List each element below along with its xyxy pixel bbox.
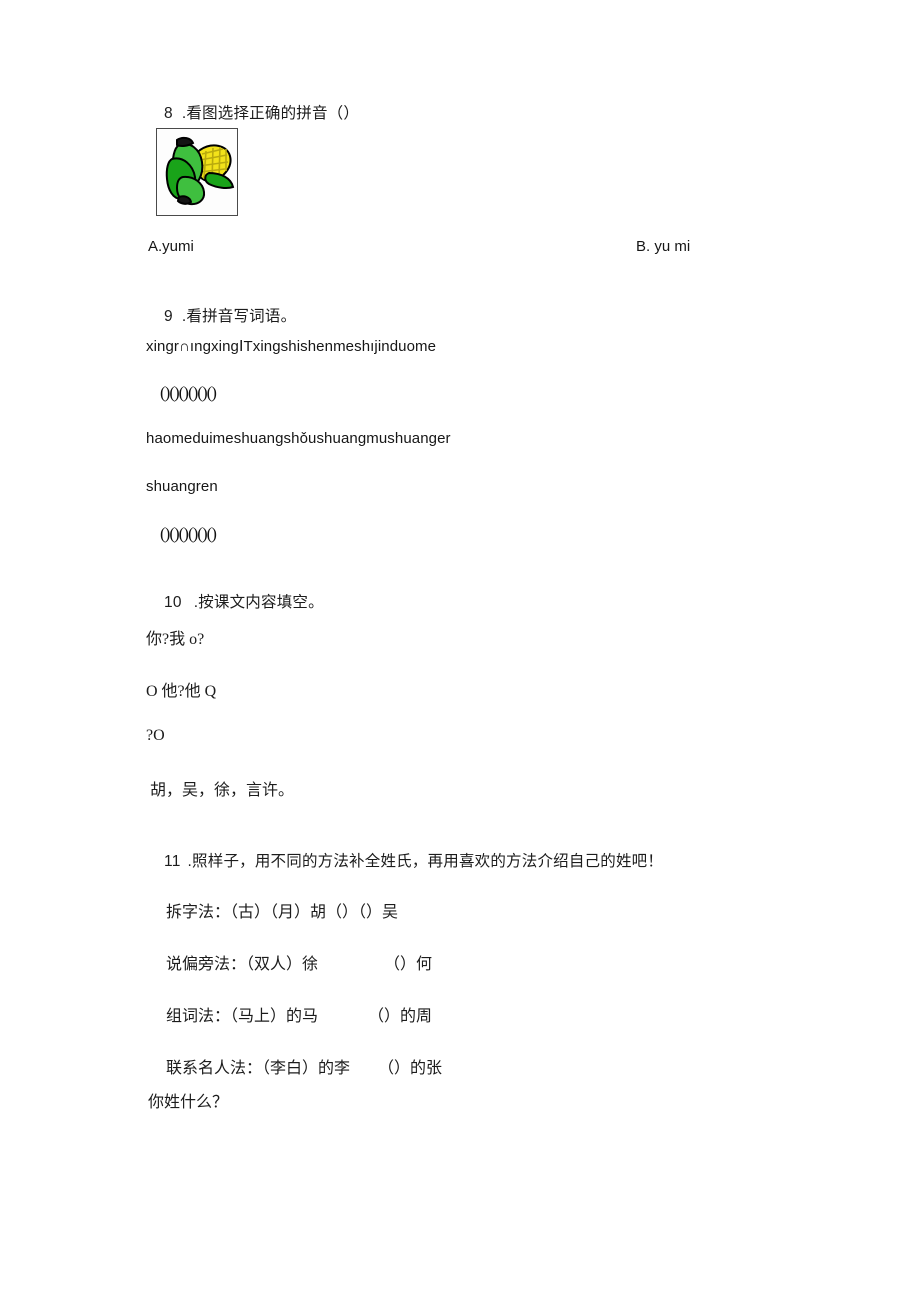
question-9-answer-row-1[interactable]: ()()()()()() bbox=[160, 383, 217, 403]
question-10-line-3: ?O bbox=[146, 727, 165, 744]
corn-stem-bottom bbox=[176, 195, 193, 205]
corn-illustration-svg bbox=[157, 129, 237, 215]
question-9-number: 9 bbox=[164, 308, 173, 325]
question-11-number: 11 bbox=[164, 853, 181, 870]
question-10-line-2: O 他?他 Q bbox=[146, 683, 217, 700]
question-11-method-1: 拆字法：（古）（月）胡（）（）吴 bbox=[150, 880, 398, 940]
method-3-name: 组词法： bbox=[166, 1008, 231, 1025]
method-2-blank[interactable]: （）何 bbox=[384, 956, 432, 973]
method-2-example: （双人）徐 bbox=[246, 956, 319, 973]
method-4-blank[interactable]: （）的张 bbox=[378, 1060, 442, 1077]
worksheet-page: 8 .看图选择正确的拼音（） A.yumi B. yu mi 9 .看拼音写词语… bbox=[0, 0, 920, 1301]
question-11-closing-question: 你姓什么？ bbox=[148, 1094, 229, 1111]
question-8-prompt: 看图选择正确的拼音（） bbox=[186, 105, 360, 122]
corn-stem-top bbox=[176, 136, 195, 148]
question-10-prompt: 按课文内容填空。 bbox=[198, 594, 324, 611]
method-3-example: （马上）的马 bbox=[230, 1008, 319, 1025]
question-9-pinyin-line-3: shuangren bbox=[146, 478, 218, 495]
method-4-example: （李白）的李 bbox=[262, 1060, 351, 1077]
method-4-name: 联系名人法： bbox=[166, 1060, 263, 1077]
question-9-prompt: 看拼音写词语。 bbox=[186, 308, 297, 325]
question-9-heading: 9 .看拼音写词语。 bbox=[146, 286, 296, 344]
question-9-answer-row-2[interactable]: ()()()()()() bbox=[160, 524, 217, 544]
question-11-method-4: 联系名人法：（李白）的李 （）的张 bbox=[150, 1036, 442, 1096]
question-11-prompt: 照样子，用不同的方法补全姓氏，再用喜欢的方法介绍自己的姓吧！ bbox=[192, 853, 664, 870]
question-9-pinyin-line-2: haomeduimeshuangshǒushuangmushuanger bbox=[146, 430, 451, 447]
question-10-heading: 10 .按课文内容填空。 bbox=[146, 572, 324, 630]
question-11-method-3: 组词法：（马上）的马 （）的周 bbox=[150, 984, 432, 1044]
method-1-example: （古）（月）胡 bbox=[230, 904, 327, 921]
method-1-blank[interactable]: （）（）吴 bbox=[326, 904, 398, 921]
method-1-name: 拆字法： bbox=[166, 904, 231, 921]
question-8-option-b[interactable]: B. yu mi bbox=[636, 238, 690, 255]
question-8-option-a[interactable]: A.yumi bbox=[148, 238, 194, 255]
method-2-name: 说偏旁法： bbox=[166, 956, 247, 973]
question-9-pinyin-line-1: xingr∩ıngxingⅠTxingshishenmeshıjinduome bbox=[146, 338, 437, 355]
question-11-method-2: 说偏旁法：（双人）徐 （）何 bbox=[150, 932, 432, 992]
corn-illustration bbox=[156, 128, 238, 216]
question-8-number: 8 bbox=[164, 105, 173, 122]
question-10-line-1: 你?我 o? bbox=[146, 631, 205, 648]
question-10-line-4: 胡，吴，徐，言许。 bbox=[150, 782, 295, 799]
method-3-blank[interactable]: （）的周 bbox=[368, 1008, 432, 1025]
question-10-number: 10 bbox=[164, 594, 182, 611]
